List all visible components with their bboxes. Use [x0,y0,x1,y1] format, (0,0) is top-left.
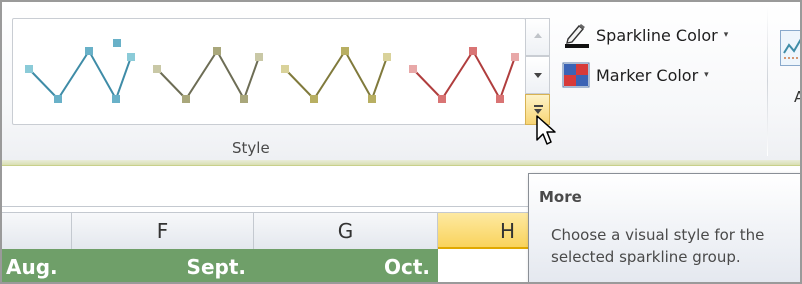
sparkline-style-2[interactable] [141,19,269,124]
gallery-scroll-controls [525,18,552,125]
marker-color-label: Marker Color [596,65,699,85]
tooltip-title: More [539,188,582,206]
column-header-e[interactable] [2,213,72,249]
column-header-g[interactable]: G [254,213,438,249]
sparkline-style-4[interactable] [397,19,525,124]
axis-button-label: A [794,88,800,106]
marker-color-icon [562,62,590,88]
chevron-down-icon: ▾ [723,30,729,40]
gallery-scroll-up-button[interactable] [525,18,550,56]
cell-text: Sept. [186,255,246,279]
sparkline-style-3[interactable] [269,19,397,124]
tooltip-description-line-1: Choose a visual style for the [551,226,765,244]
chevron-down-icon: ▾ [704,70,709,80]
cell-g[interactable]: Oct. [254,249,438,282]
column-header-f[interactable]: F [72,213,254,249]
more-icon [534,105,543,114]
cell-f[interactable]: Sept. [72,249,254,282]
gallery-scroll-down-button[interactable] [525,56,550,94]
group-separator [767,6,768,156]
tooltip-description-line-2: selected sparkline group. [551,248,741,266]
more-tooltip: More Choose a visual style for the selec… [528,173,800,282]
scroll-down-icon [533,73,542,78]
sparkline-style-gallery[interactable] [12,18,526,125]
cell-e[interactable]: Aug. [2,249,72,282]
sparkline-color-label: Sparkline Color [596,25,718,45]
sparkline-style-1[interactable] [13,19,141,124]
mouse-pointer-icon [535,114,557,152]
pen-color-icon [562,22,590,48]
axis-icon[interactable] [780,30,800,66]
cell-text: Aug. [6,255,58,279]
cell-text: Oct. [383,255,430,279]
excel-window: Style Sparkline Color ▾ Marker Color ▾ F… [0,0,802,284]
marker-color-button[interactable]: Marker Color ▾ [562,60,709,90]
style-group-label: Style [232,139,270,157]
sparkline-color-button[interactable]: Sparkline Color ▾ [562,20,728,50]
scroll-up-icon [533,33,542,38]
ribbon: Style Sparkline Color ▾ Marker Color ▾ [2,2,800,160]
